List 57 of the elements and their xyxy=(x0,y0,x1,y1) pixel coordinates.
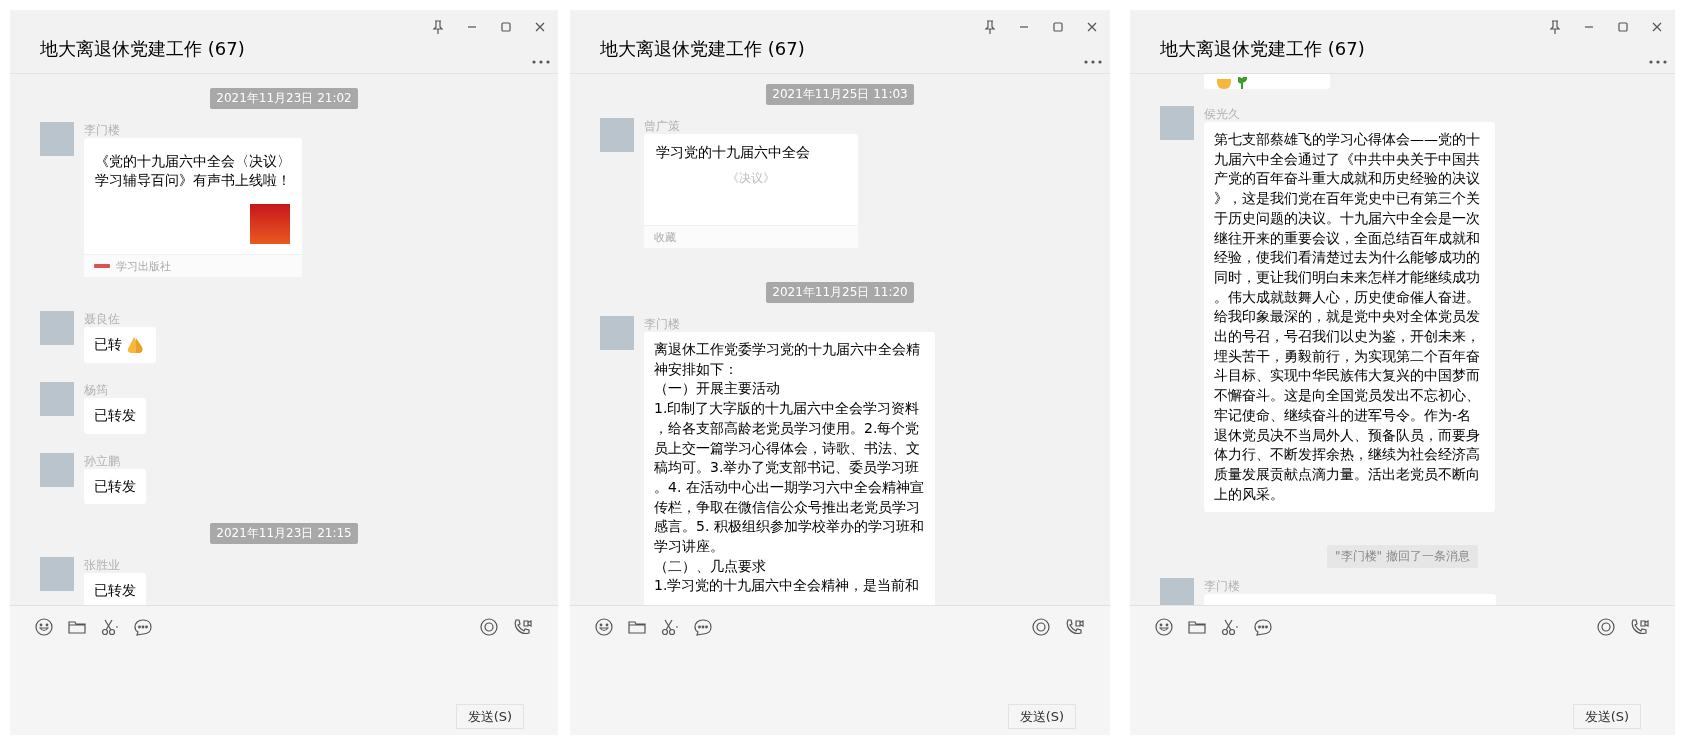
timestamp: 2021年11月25日 11:20 xyxy=(766,282,914,303)
call-icon[interactable] xyxy=(1064,617,1084,637)
live-icon[interactable] xyxy=(479,617,499,637)
scissors-icon[interactable] xyxy=(660,617,680,637)
emoji-icon[interactable] xyxy=(594,617,614,637)
favorite-title: 学习党的十九届六中全会 xyxy=(655,143,811,162)
timestamp: 2021年11月23日 21:02 xyxy=(210,88,358,109)
message-text: 已转发 xyxy=(94,476,136,496)
publisher-logo-icon xyxy=(94,262,110,270)
send-button[interactable]: 发送(S) xyxy=(1573,704,1641,729)
message-text: 1.学习党的十九届六中全会精神，是当前和 xyxy=(654,576,921,596)
chat-title: 地大离退休党建工作 (67) xyxy=(1160,37,1365,61)
sender-name: 聂良佐 xyxy=(84,311,120,327)
message-text: （一）开展主要活动 xyxy=(654,379,781,399)
message-text: （二）、几点要求 xyxy=(654,556,767,576)
live-icon[interactable] xyxy=(1596,617,1616,637)
article-source: 学习出版社 xyxy=(116,258,171,274)
chat-title: 地大离退休党建工作 (67) xyxy=(40,37,245,61)
emoji-icon[interactable] xyxy=(34,617,54,637)
chat-icon[interactable] xyxy=(133,617,153,637)
book-cover-placeholder xyxy=(250,204,290,244)
call-icon[interactable] xyxy=(512,617,532,637)
article-card[interactable]: 《党的十九届六中全会〈决议〉学习辅导百问》有声书上线啦！ 学习出版社 xyxy=(84,138,302,277)
timestamp: 2021年11月23日 21:15 xyxy=(210,523,358,545)
sender-name: 李门楼 xyxy=(1204,578,1240,595)
chat-icon[interactable] xyxy=(693,617,713,637)
message-text: 第七支部蔡雄飞的学习心得体会——党的十九届六中全会通过了《中共中央关于中国共产党的百年奋斗重大成就和历史经验的决议》，这是我们党在百年党史中已有第三个关于历史问题的决议。十九届六中全会是一次继往开来的重要会议，全面总结百年成就和经验，使我们看清楚过去为什么能够成功的同时，更让我们明白未来怎样才能继续成功。伟大成就鼓舞人心，历史使命催人奋进。给我印象最深的，就是党中央对全体党员发出的号召，号召我们以史为鉴，开创未来，埋头苦干，勇毅前行，为实现第二个百年奋斗目标、实现中华民族伟大复兴的中国梦而不懈奋斗。这是向全国党员发出不忘初心、牢记使命、继续奋斗的进军号令。作为-名退休党员决不当局外人、预备队员，而要身体力行、不断发挥余热，继续为社会经济高质量发展贡献点滴力量。活出老党员不断向上的风采。 xyxy=(1214,130,1481,504)
send-button[interactable]: 发送(S) xyxy=(456,704,524,729)
more-icon[interactable] xyxy=(1649,59,1667,65)
emoji-icon[interactable] xyxy=(1154,617,1174,637)
article-title: 《党的十九届六中全会〈决议〉学习辅导百问》有声书上线啦！ xyxy=(94,152,292,190)
sender-name: 李门楼 xyxy=(644,316,680,332)
timestamp: 2021年11月25日 11:03 xyxy=(766,84,914,105)
favorite-subtitle: 《决议》 xyxy=(726,170,776,187)
message-text: 离退休工作党委学习党的十九届六中全会精神安排如下： xyxy=(654,340,921,379)
sprout-icon xyxy=(1238,77,1247,89)
scissors-icon[interactable] xyxy=(1220,617,1240,637)
live-icon[interactable] xyxy=(1031,617,1051,637)
scissors-icon[interactable] xyxy=(100,617,120,637)
call-icon[interactable] xyxy=(1629,617,1649,637)
more-icon[interactable] xyxy=(532,59,550,65)
favorite-label: 收藏 xyxy=(654,229,676,245)
favorite-card[interactable]: 学习党的十九届六中全会 《决议》 收藏 xyxy=(644,134,858,248)
message-text: 1.印制了大字版的十九届六中全会学习资料，给各支部高龄老党员学习使用。2.每个党员上交一篇学习心得体会，诗歌、书法、文稿均可。3.举办了党支部书记、委员学习班。4. 在活动中心出一期学习六中全会精神宣传栏，争取在微信信公众号推出老党员学习感言。5. 积极组织参加学校举办的学习班和学习讲座。 xyxy=(654,399,925,557)
send-button[interactable]: 发送(S) xyxy=(1008,704,1076,729)
recall-notice: "李门楼" 撤回了一条消息 xyxy=(1327,545,1478,569)
chat-title: 地大离退休党建工作 (67) xyxy=(600,37,805,61)
message-text: 已转 xyxy=(94,335,122,355)
chat-icon[interactable] xyxy=(1253,617,1273,637)
sender-name: 孙立鹏 xyxy=(84,452,120,469)
sender-name: 杨筠 xyxy=(84,382,108,398)
sender-name: 李门楼 xyxy=(84,122,120,138)
more-icon[interactable] xyxy=(1084,59,1102,65)
sender-name: 张胜业 xyxy=(84,557,120,574)
message-text: 已转发 xyxy=(94,406,136,425)
message-text: 已转发 xyxy=(94,581,136,601)
sender-name: 侯光久 xyxy=(1204,106,1240,122)
